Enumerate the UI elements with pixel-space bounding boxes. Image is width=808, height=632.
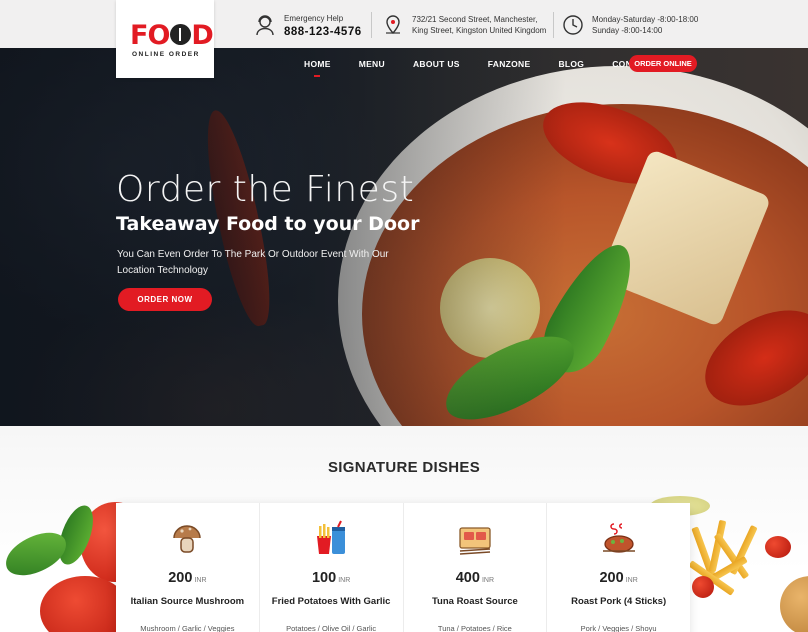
divider: [371, 12, 372, 38]
dish-ingredients: Mushroom / Garlic / Veggies: [140, 624, 235, 632]
nav-menu[interactable]: MENU: [359, 59, 385, 69]
divider: [553, 12, 554, 38]
dish-price: 100: [311, 570, 337, 586]
hero-description: You Can Even Order To The Park Or Outdoo…: [117, 249, 389, 276]
dish-price: 400: [455, 570, 480, 586]
hero-subheading: Takeaway Food to your Door: [116, 213, 420, 235]
fork-o-icon: [170, 24, 192, 45]
fries-image: [688, 516, 770, 616]
address-line-1: 732/21 Second Street, Manchester,: [412, 15, 538, 24]
logo-wordmark: FO D: [130, 20, 214, 51]
dish-card[interactable]: 200 INR Roast Pork (4 Sticks) Pork / Vegg…: [547, 503, 690, 632]
clock-icon: [562, 14, 584, 36]
address-info: 732/21 Second Street, Manchester, King S…: [382, 10, 546, 40]
main-nav: HOME MENU ABOUT US FANZONE BLOG CONTACT …: [290, 48, 684, 80]
nav-blog[interactable]: BLOG: [558, 59, 584, 69]
address-line-2: King Street, Kingston United Kingdom: [412, 26, 547, 35]
order-online-button[interactable]: ORDER ONLINE: [629, 55, 697, 72]
hours-line-1: Monday-Saturday -8:00-18:00: [592, 15, 699, 24]
cherry-tomato-image: [765, 536, 791, 558]
nav-about-us[interactable]: ABOUT US: [413, 59, 460, 69]
hours-line-2: Sunday -8:00-14:00: [592, 26, 663, 35]
roast-pork-icon: [600, 520, 638, 558]
tuna-sushi-icon: [456, 520, 494, 558]
emergency-phone[interactable]: 888-123-4576: [284, 26, 362, 38]
dish-name: Roast Pork (4 Sticks): [571, 596, 667, 607]
logo[interactable]: FO D ONLINE ORDER: [116, 0, 214, 78]
dish-price: 200: [599, 570, 624, 586]
dish-ingredients: Potatoes / Olive Oil / Garlic: [286, 624, 377, 632]
dish-name: Italian Source Mushroom: [130, 596, 245, 607]
dish-ingredients: Tuna / Potatoes / Rice: [437, 624, 512, 632]
hero-banner: HOME MENU ABOUT US FANZONE BLOG CONTACT …: [0, 48, 808, 426]
logo-subtitle: ONLINE ORDER: [132, 51, 200, 58]
dish-currency: INR: [338, 577, 351, 584]
dish-currency: INR: [194, 577, 207, 584]
section-title: SIGNATURE DISHES: [327, 459, 481, 476]
emergency-label: Emergency Help: [284, 13, 344, 23]
map-pin-icon: [382, 14, 404, 36]
burger-image: [780, 576, 808, 632]
fries-drink-icon: [312, 520, 350, 558]
dish-ingredients: Pork / Veggies / Shoyu: [580, 624, 657, 632]
dish-currency: INR: [481, 577, 494, 584]
basil-image: [0, 526, 72, 582]
dish-name: Tuna Roast Source: [431, 596, 518, 607]
dish-currency: INR: [625, 577, 638, 584]
nav-fanzone[interactable]: FANZONE: [488, 59, 531, 69]
signature-dishes-section: SIGNATURE DISHES 200 INR Italian Source M…: [0, 426, 808, 632]
nav-home[interactable]: HOME: [304, 59, 331, 77]
order-now-button[interactable]: ORDER NOW: [118, 288, 212, 311]
dish-price: 200: [168, 570, 193, 586]
dish-card[interactable]: 200 INR Italian Source Mushroom Mushroom …: [116, 503, 260, 632]
emergency-help[interactable]: Emergency Help 888-123-4576: [254, 10, 362, 40]
opening-hours: Monday-Saturday -8:00-18:00 Sunday -8:00…: [562, 10, 698, 40]
support-agent-icon: [254, 14, 276, 36]
dish-name: Fried Potatoes With Garlic: [271, 596, 391, 607]
dish-card[interactable]: 100 INR Fried Potatoes With Garlic Potato…: [260, 503, 404, 632]
hero-heading: Order the Finest: [116, 169, 415, 210]
dish-card[interactable]: 400 INR Tuna Roast Source Tuna / Potatoes…: [404, 503, 548, 632]
dish-cards: 200 INR Italian Source Mushroom Mushroom …: [116, 503, 690, 632]
mushroom-icon: [168, 520, 206, 558]
